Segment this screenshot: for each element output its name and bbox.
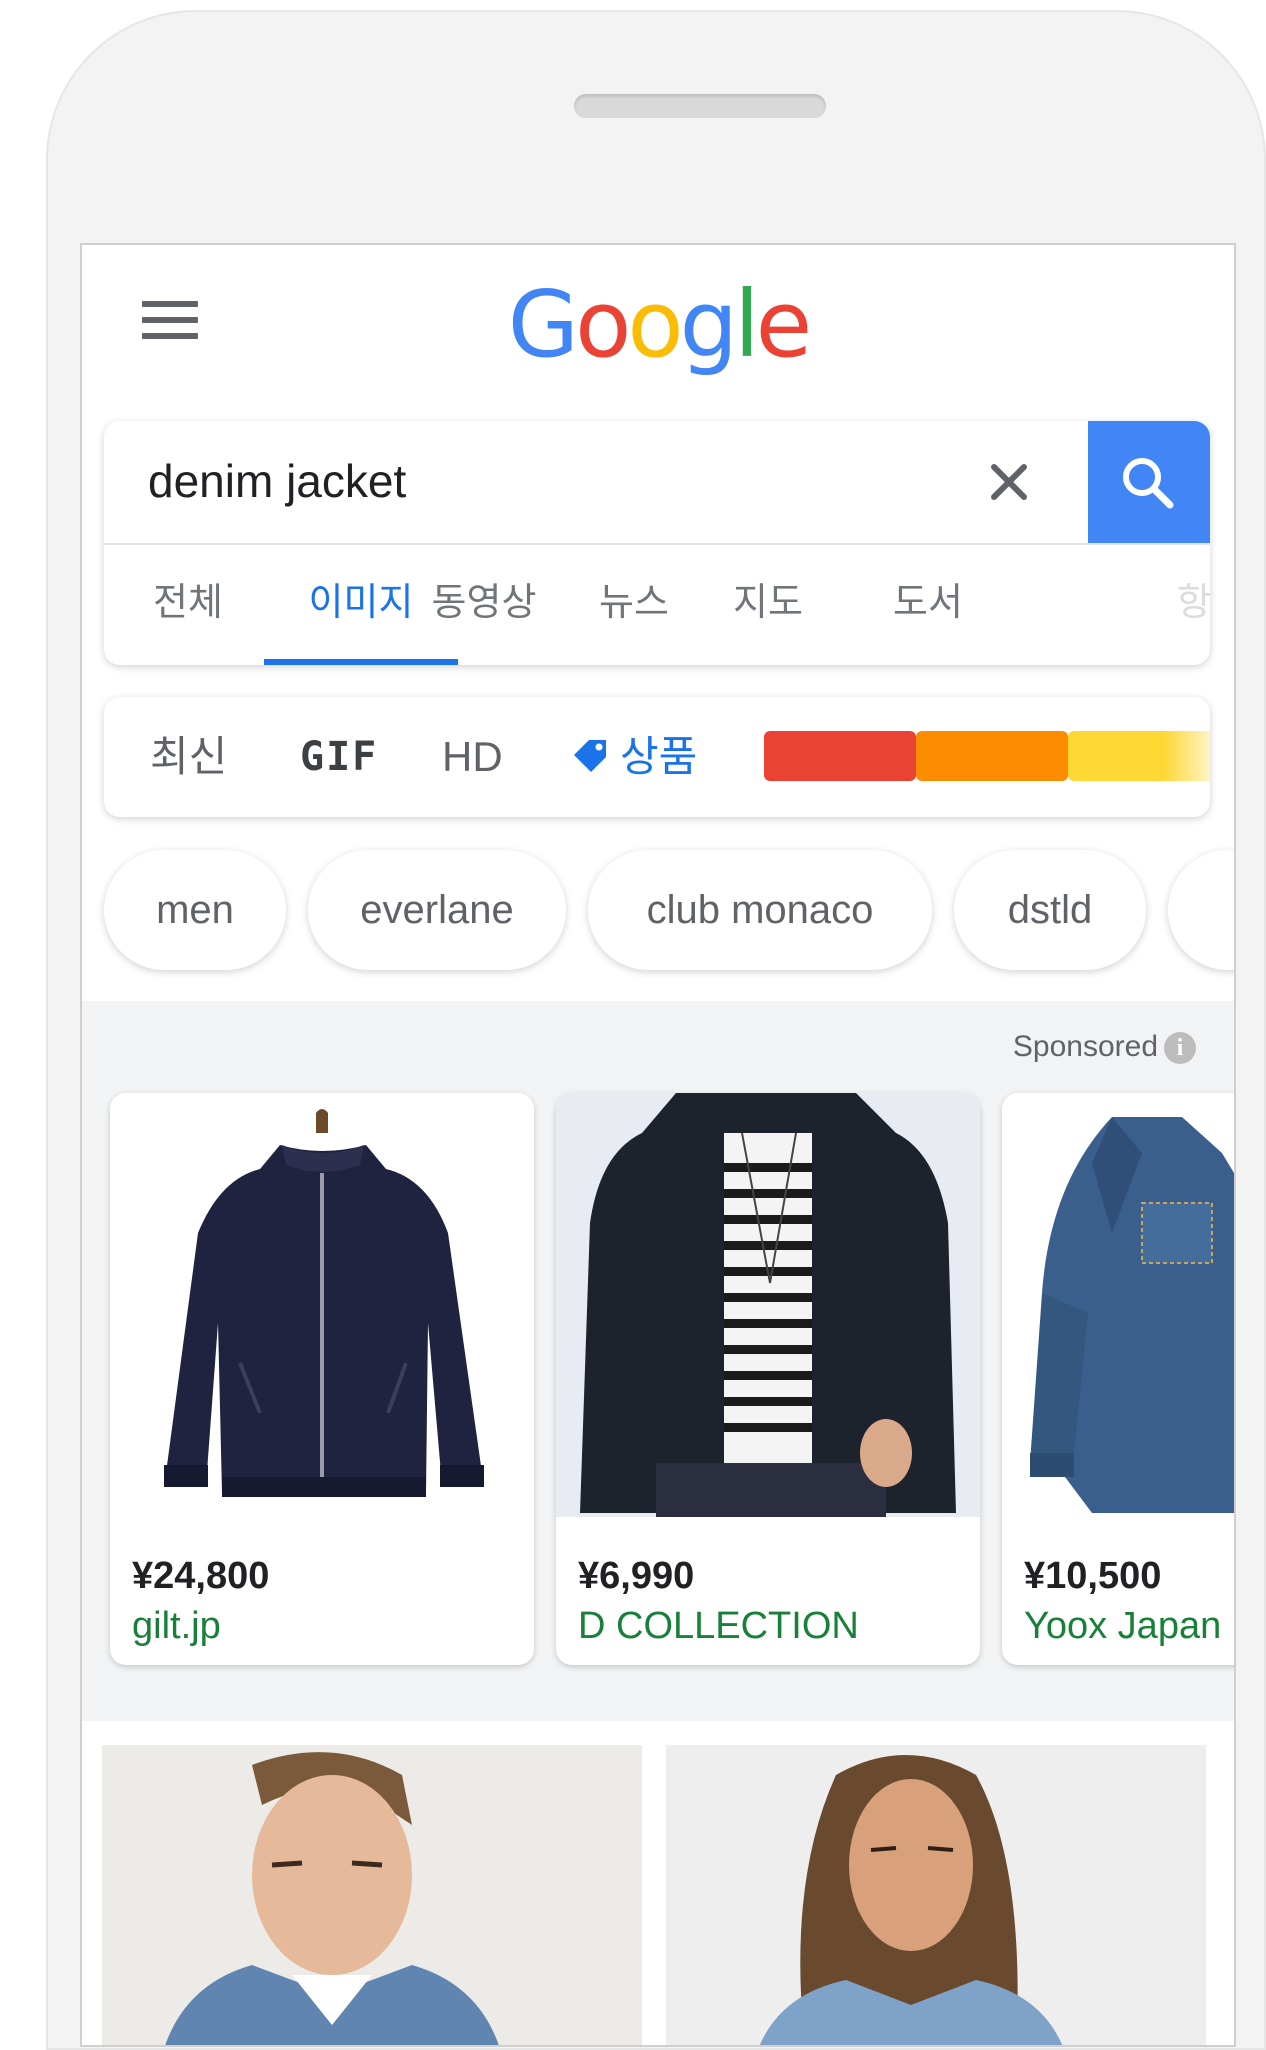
phone-speaker (574, 94, 826, 118)
info-icon[interactable]: i (1164, 1032, 1196, 1065)
filter-products-label: 상품 (620, 732, 698, 781)
logo-letter: o (575, 271, 631, 378)
image-result[interactable] (102, 1745, 642, 2045)
logo-letter: g (679, 271, 738, 378)
chip-club-monaco[interactable]: club monaco (588, 850, 932, 970)
chip-dstld[interactable]: dstld (954, 850, 1146, 970)
sponsored-label: Sponsored i (1013, 1027, 1196, 1067)
product-store: gilt.jp (132, 1605, 221, 1647)
shopping-results: Sponsored i ¥24,800 gilt.jp ¥6,990 D COL… (82, 1001, 1234, 1721)
color-swatch-red[interactable] (764, 731, 916, 781)
product-image-bomber-black (556, 1093, 980, 1517)
product-price: ¥24,800 (132, 1555, 270, 1597)
chip-everlane[interactable]: everlane (308, 850, 566, 970)
product-store: Yoox Japan (1024, 1605, 1222, 1647)
search-icon (1123, 458, 1174, 509)
image-filter-bar: 최신 GIF HD 상품 (104, 697, 1210, 817)
product-price: ¥10,500 (1024, 1555, 1162, 1597)
filter-recent[interactable]: 최신 (150, 697, 227, 817)
search-input[interactable] (148, 451, 908, 511)
related-searches: men everlane club monaco dstld (104, 850, 1234, 974)
color-swatch-yellow[interactable] (1068, 731, 1210, 781)
image-result[interactable] (666, 1745, 1206, 2045)
close-icon[interactable] (984, 457, 1034, 507)
filter-hd[interactable]: HD (442, 697, 503, 817)
search-card: 전체 이미지 동영상 뉴스 지도 도서 항 (104, 421, 1210, 665)
product-price: ¥6,990 (578, 1555, 695, 1597)
product-card[interactable]: ¥6,990 D COLLECTION (556, 1093, 980, 1665)
product-card[interactable]: ¥24,800 gilt.jp (110, 1093, 534, 1665)
active-tab-indicator (264, 659, 458, 665)
product-store: D COLLECTION (578, 1605, 859, 1647)
google-logo[interactable]: Google (82, 270, 1234, 380)
logo-letter: l (734, 271, 759, 378)
color-swatch-orange[interactable] (916, 731, 1068, 781)
product-card[interactable]: ¥10,500 Yoox Japan (1002, 1093, 1234, 1665)
search-tabs: 전체 이미지 동영상 뉴스 지도 도서 항 (104, 543, 1210, 665)
browser-screen: Google 전체 이미지 동영상 뉴스 지도 도서 (80, 243, 1236, 2047)
product-image-denim-jacket (1002, 1093, 1234, 1517)
logo-letter: o (627, 271, 683, 378)
tab-maps[interactable]: 지도 (688, 543, 848, 665)
filter-gif[interactable]: GIF (300, 697, 378, 817)
tab-books[interactable]: 도서 (848, 543, 1008, 665)
image-results-grid (82, 1721, 1234, 2045)
tag-icon (574, 739, 606, 772)
filter-products[interactable]: 상품 (572, 697, 697, 817)
tab-videos[interactable]: 동영상 (404, 543, 564, 665)
search-bar (104, 421, 1210, 545)
sponsored-text: Sponsored (1012, 1030, 1158, 1063)
chip-men[interactable]: men (104, 850, 286, 970)
logo-letter: G (507, 271, 579, 378)
tab-all[interactable]: 전체 (128, 543, 248, 665)
search-button[interactable] (1088, 421, 1210, 543)
chip-more[interactable] (1168, 850, 1234, 970)
logo-letter: e (755, 271, 813, 378)
product-image-bomber-navy (110, 1093, 534, 1517)
tab-more[interactable]: 항 (1164, 543, 1210, 665)
